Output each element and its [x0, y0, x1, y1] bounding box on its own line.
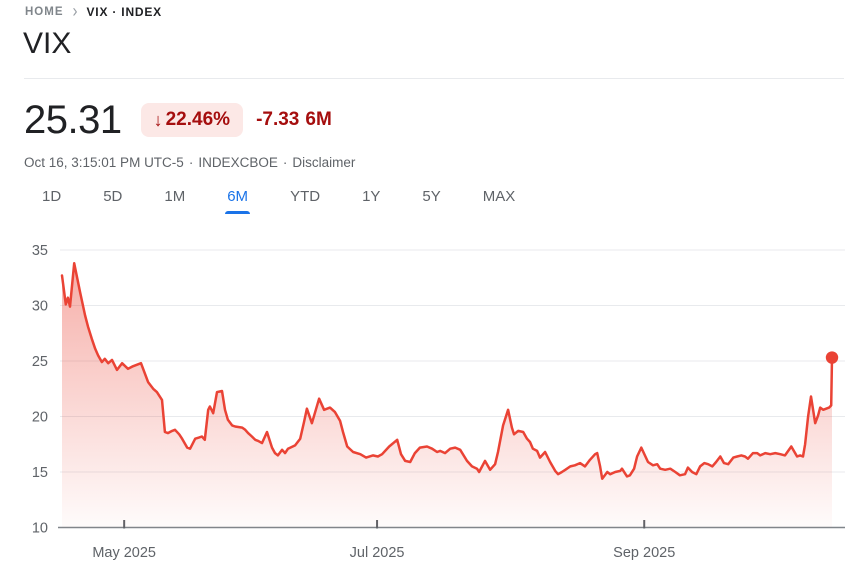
- meta-separator: ·: [283, 155, 288, 170]
- title-divider: [24, 78, 844, 79]
- quote-meta: Oct 16, 3:15:01 PM UTC-5 · INDEXCBOE · D…: [24, 155, 355, 170]
- range-tab-6m[interactable]: 6M: [227, 189, 248, 214]
- meta-separator: ·: [189, 155, 194, 170]
- range-tab-1y[interactable]: 1Y: [362, 189, 380, 214]
- breadcrumb: HOME › VIX · INDEX: [25, 5, 162, 19]
- y-axis-label: 30: [32, 299, 48, 315]
- x-axis-label: Jul 2025: [350, 545, 405, 561]
- disclaimer-link[interactable]: Disclaimer: [292, 155, 355, 170]
- quote-timestamp: Oct 16, 3:15:01 PM UTC-5: [24, 155, 184, 170]
- breadcrumb-chevron-icon: ›: [73, 4, 78, 21]
- exchange-name: INDEXCBOE: [198, 155, 278, 170]
- change-percent-badge: ↓ 22.46%: [141, 103, 243, 137]
- range-tab-1m[interactable]: 1M: [164, 189, 185, 214]
- arrow-down-icon: ↓: [154, 110, 163, 131]
- breadcrumb-current: VIX · INDEX: [87, 5, 162, 19]
- range-tabs: 1D 5D 1M 6M YTD 1Y 5Y MAX: [42, 189, 515, 214]
- quote-row: 25.31 ↓ 22.46% -7.33 6M: [24, 99, 332, 141]
- area-fill: [62, 263, 832, 527]
- range-tab-max[interactable]: MAX: [483, 189, 516, 214]
- change-period: 6M: [305, 109, 331, 131]
- range-tab-5y[interactable]: 5Y: [422, 189, 440, 214]
- change-percent-value: 22.46%: [166, 109, 230, 131]
- y-axis-label: 35: [32, 243, 48, 259]
- vix-quote-page: HOME › VIX · INDEX VIX 25.31 ↓ 22.46% -7…: [0, 0, 858, 571]
- change-absolute-value: -7.33: [256, 109, 299, 131]
- y-axis-label: 20: [32, 410, 48, 426]
- range-tab-5d[interactable]: 5D: [103, 189, 122, 214]
- current-price: 25.31: [24, 99, 122, 141]
- y-axis-label: 15: [32, 465, 48, 481]
- page-title: VIX: [23, 27, 71, 61]
- x-axis-label: Sep 2025: [613, 545, 675, 561]
- last-price-dot: [826, 351, 838, 363]
- price-chart[interactable]: 10 15 20 25 30 35 May 2025 Jul 2025 Sep 2025: [0, 232, 858, 571]
- breadcrumb-home-link[interactable]: HOME: [25, 6, 64, 18]
- range-tab-1d[interactable]: 1D: [42, 189, 61, 214]
- change-absolute: -7.33 6M: [256, 109, 332, 131]
- x-axis-label: May 2025: [92, 545, 156, 561]
- range-tab-ytd[interactable]: YTD: [290, 189, 320, 214]
- y-axis-label: 25: [32, 354, 48, 370]
- y-axis-label: 10: [32, 521, 48, 537]
